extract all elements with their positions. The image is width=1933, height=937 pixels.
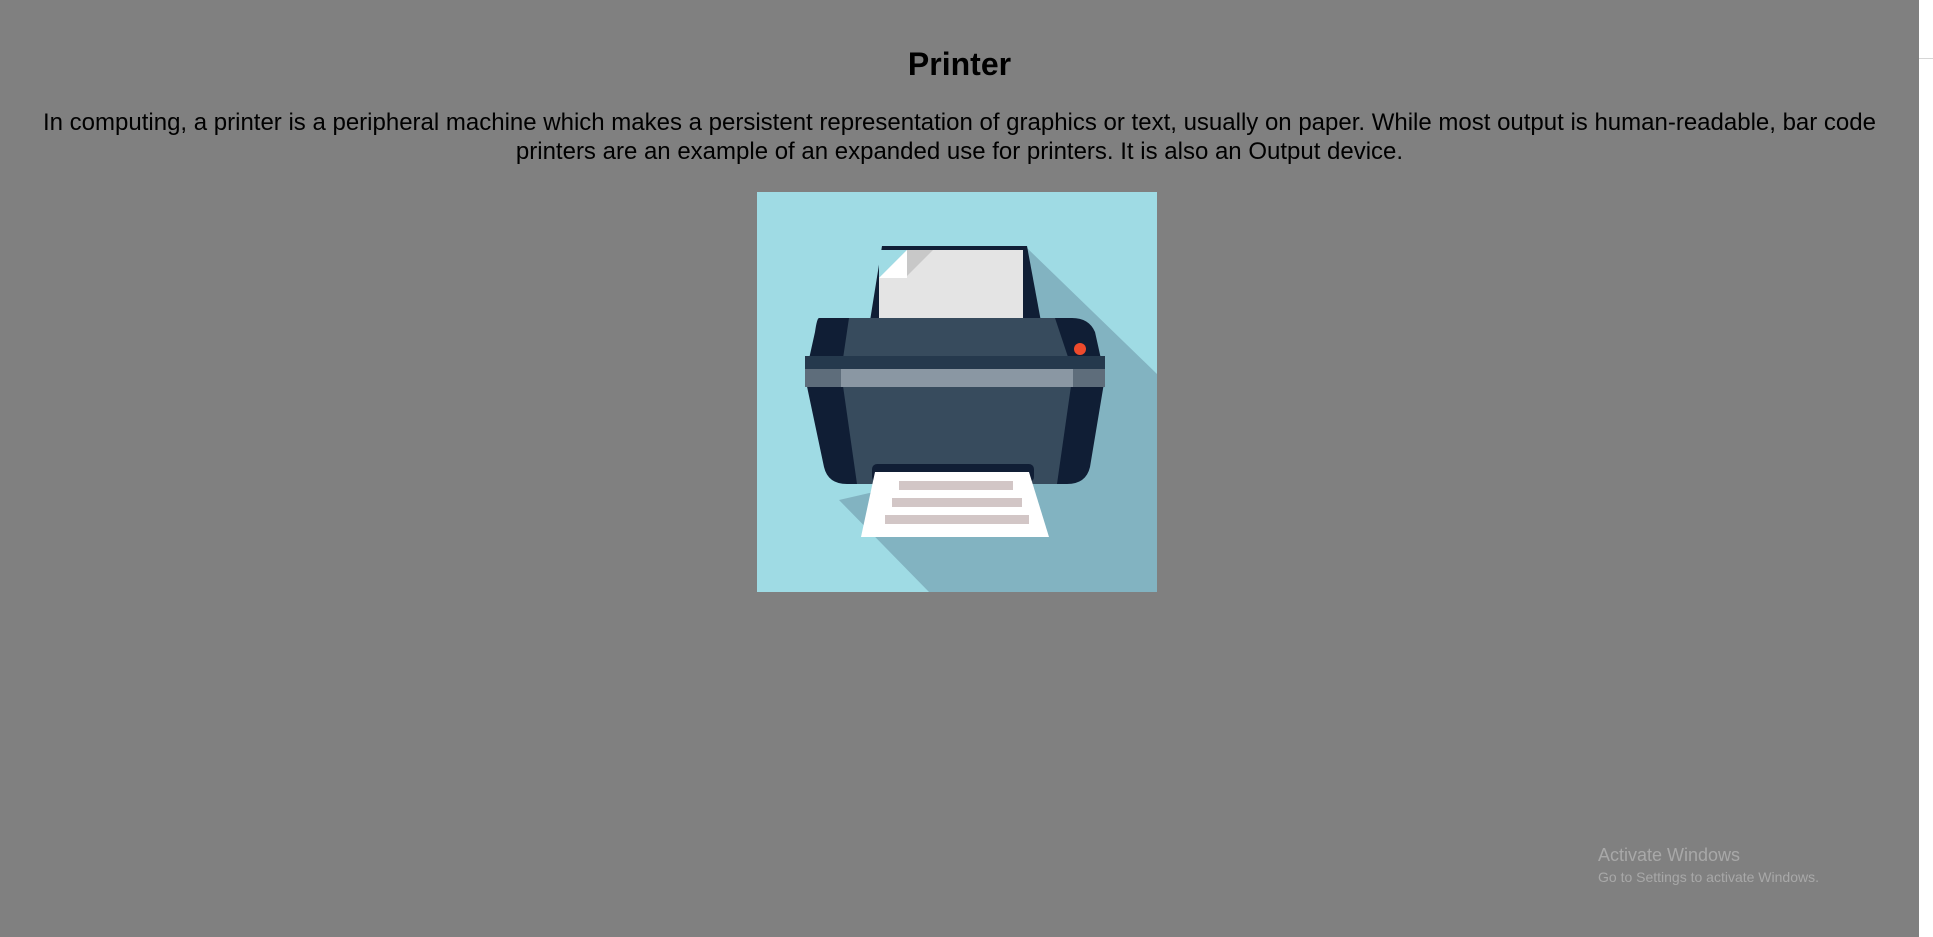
watermark-subtitle: Go to Settings to activate Windows. [1598,869,1819,885]
printer-stripe [805,369,1105,387]
printer-body-main [841,318,1073,484]
printer-stripe-left [805,369,841,387]
page: Printer In computing, a printer is a per… [0,0,1919,937]
printer-band-dark [805,356,1105,371]
output-paper-line [885,515,1029,524]
indicator-light [1074,343,1086,355]
output-paper-line [899,481,1013,490]
printer-stripe-right [1073,369,1105,387]
vertical-scrollbar[interactable] [1919,0,1933,937]
watermark-title: Activate Windows [1598,845,1741,865]
printer-icon [757,192,1157,592]
scrollbar-divider [1919,58,1933,59]
activate-windows-watermark: Activate Windows Go to Settings to activ… [1598,844,1819,886]
output-paper-line [892,498,1022,507]
page-description: In computing, a printer is a peripheral … [43,109,1876,165]
page-title: Printer [907,46,1012,82]
